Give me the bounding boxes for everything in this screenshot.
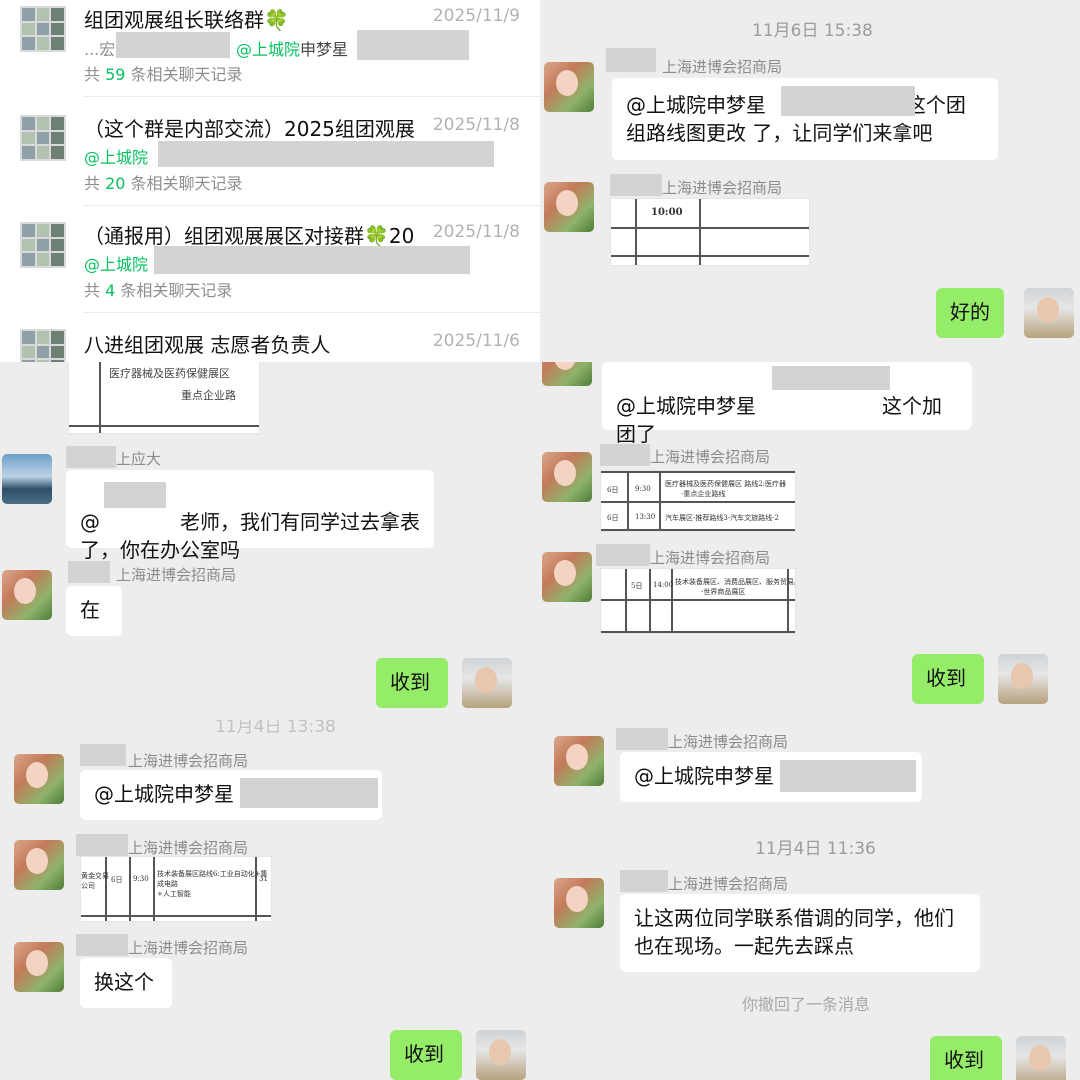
redacted-name bbox=[606, 48, 656, 72]
search-result-item[interactable]: （这个群是内部交流）2025组团观展 2025/11/8 @上城院 共 20 条… bbox=[0, 97, 540, 205]
chat-timestamp: 11月6日 15:38 bbox=[752, 21, 873, 41]
shared-image-thumbnail[interactable]: 6日 9:30 医疗器械及医药保健展区 路线2:医疗器 -重点企业路线 6日 1… bbox=[600, 470, 796, 532]
redacted-name bbox=[68, 561, 110, 583]
avatar[interactable] bbox=[542, 362, 592, 386]
redacted-block bbox=[240, 778, 378, 808]
avatar[interactable] bbox=[544, 62, 594, 112]
sender-name: 上海进博会招商局 bbox=[662, 179, 783, 197]
redacted-block bbox=[116, 32, 230, 58]
chat-panel-bottom-left: 11月4日 13:38 上海进博会招商局 @上城院申梦星 上海进博会招商局 黄金… bbox=[0, 720, 540, 1080]
sender-name: 上海进博会招商局 bbox=[128, 752, 249, 770]
my-avatar[interactable] bbox=[1024, 288, 1074, 338]
search-result-item[interactable]: 组团观展组长联络群🍀 2025/11/9 ...宏 @上城院申梦星 共 59 条… bbox=[0, 0, 540, 96]
chat-date: 2025/11/8 bbox=[432, 115, 520, 135]
chat-snippet: @上城院申梦星 bbox=[236, 36, 348, 60]
chat-date: 2025/11/6 bbox=[432, 331, 520, 351]
chat-timestamp: 11月4日 13:38 bbox=[215, 720, 336, 737]
message-bubble[interactable]: 让这两位同学联系借调的同学，他们 也在现场。一起先去踩点 bbox=[620, 894, 980, 972]
chat-timestamp: 11月4日 11:36 bbox=[755, 839, 876, 859]
avatar[interactable] bbox=[544, 182, 594, 232]
my-message-bubble[interactable]: 收到 bbox=[376, 658, 448, 708]
redacted-name bbox=[600, 444, 650, 466]
avatar[interactable] bbox=[14, 840, 64, 890]
search-results-panel: 组团观展组长联络群🍀 2025/11/9 ...宏 @上城院申梦星 共 59 条… bbox=[0, 0, 540, 362]
record-count: 共 59 条相关聊天记录 bbox=[84, 65, 243, 84]
shared-image-thumbnail[interactable]: 5日 14:00 技术装备展区、消费品展区、服务贸易展区 -世界商品展区 bbox=[600, 568, 796, 634]
chat-panel-bottom-right: 上海进博会招商局 @上城院申梦星 11月4日 11:36 上海进博会招商局 让这… bbox=[540, 720, 1080, 1080]
avatar[interactable] bbox=[542, 552, 592, 602]
my-avatar[interactable] bbox=[1016, 1036, 1066, 1080]
redacted-block bbox=[780, 760, 916, 792]
redacted-name bbox=[610, 174, 662, 196]
record-count: 共 20 条相关聊天记录 bbox=[84, 174, 243, 193]
recall-notice: 你撤回了一条消息 bbox=[742, 995, 871, 1014]
redacted-name bbox=[616, 728, 668, 750]
group-avatar-icon bbox=[20, 222, 66, 268]
message-bubble[interactable]: 换这个 bbox=[80, 958, 172, 1008]
chat-date: 2025/11/9 bbox=[432, 6, 520, 26]
search-result-item[interactable]: （通报用）组团观展展区对接群🍀20 2025/11/8 @上城院 共 4 条相关… bbox=[0, 206, 540, 312]
sender-name: 上海进博会招商局 bbox=[128, 839, 249, 857]
sender-name: 上海进博会招商局 bbox=[650, 448, 771, 466]
redacted-block bbox=[772, 366, 890, 390]
my-avatar[interactable] bbox=[476, 1030, 526, 1080]
redacted-name bbox=[620, 870, 668, 892]
mention-highlight: @上城院 bbox=[84, 255, 149, 274]
redacted-name bbox=[66, 446, 116, 468]
chat-title: （这个群是内部交流）2025组团观展 bbox=[84, 117, 415, 141]
redacted-name bbox=[80, 744, 126, 766]
sender-name: 上海进博会招商局 bbox=[668, 875, 789, 893]
redacted-block bbox=[154, 246, 470, 274]
my-message-bubble[interactable]: 收到 bbox=[912, 654, 984, 704]
redacted-block bbox=[357, 30, 469, 60]
redacted-name bbox=[596, 544, 650, 566]
chat-snippet: ...宏 bbox=[84, 36, 115, 60]
sender-name: 上海进博会招商局 bbox=[662, 58, 783, 76]
chat-title: 组团观展组长联络群🍀 bbox=[84, 8, 289, 32]
avatar[interactable] bbox=[14, 942, 64, 992]
my-message-bubble[interactable]: 收到 bbox=[390, 1030, 462, 1080]
redacted-block bbox=[158, 141, 494, 167]
my-avatar[interactable] bbox=[998, 654, 1048, 704]
message-bubble[interactable]: 在 bbox=[66, 586, 122, 636]
sender-name: 上应大 bbox=[116, 450, 162, 468]
group-avatar-icon bbox=[20, 329, 66, 362]
group-avatar-icon bbox=[20, 6, 66, 52]
redacted-name bbox=[76, 934, 128, 956]
sender-name: 上海进博会招商局 bbox=[116, 566, 237, 584]
chat-title: 八进组团观展 志愿者负责人 bbox=[84, 333, 331, 357]
group-avatar-icon bbox=[20, 115, 66, 161]
my-message-bubble[interactable]: 好的 bbox=[936, 288, 1004, 338]
sender-name: 上海进博会招商局 bbox=[668, 733, 789, 751]
shared-image-thumbnail[interactable]: 10:00 bbox=[610, 198, 810, 266]
avatar[interactable] bbox=[542, 452, 592, 502]
redacted-name bbox=[76, 834, 128, 856]
redacted-block bbox=[104, 482, 166, 508]
redacted-block bbox=[781, 86, 915, 116]
avatar[interactable] bbox=[2, 454, 52, 504]
chat-panel-middle-left: 医疗器械及医药保健展区 重点企业路 上应大 @ 老师，我们有同学过去拿表 了，你在… bbox=[0, 362, 540, 720]
mention-highlight: @上城院 bbox=[236, 40, 301, 59]
sender-name: 上海进博会招商局 bbox=[128, 939, 249, 957]
chat-title: （通报用）组团观展展区对接群🍀20 bbox=[84, 224, 415, 248]
record-count: 共 4 条相关聊天记录 bbox=[84, 281, 233, 300]
my-message-bubble[interactable]: 收到 bbox=[930, 1036, 1002, 1080]
snippet-after: 申梦星 bbox=[300, 40, 349, 59]
mention-highlight: @上城院 bbox=[84, 148, 149, 167]
chat-snippet: @上城院 bbox=[84, 251, 148, 275]
search-result-item[interactable]: 八进组团观展 志愿者负责人 2025/11/6 bbox=[0, 313, 540, 362]
my-avatar[interactable] bbox=[462, 658, 512, 708]
avatar[interactable] bbox=[14, 754, 64, 804]
chat-date: 2025/11/8 bbox=[432, 222, 520, 242]
chat-panel-top-right: 11月6日 15:38 上海进博会招商局 @上城院申梦星 这个团 组路线图更改 … bbox=[540, 0, 1080, 362]
chat-panel-middle-right: @上城院申梦星 这个加 团了 上海进博会招商局 6日 9:30 医疗器械及医药保健… bbox=[540, 362, 1080, 720]
shared-image-thumbnail[interactable]: 医疗器械及医药保健展区 重点企业路 bbox=[68, 362, 260, 434]
avatar[interactable] bbox=[554, 736, 604, 786]
snippet-prefix: ...宏 bbox=[84, 40, 116, 59]
avatar[interactable] bbox=[2, 570, 52, 620]
chat-snippet: @上城院 bbox=[84, 144, 148, 168]
sender-name: 上海进博会招商局 bbox=[650, 549, 771, 567]
avatar[interactable] bbox=[554, 878, 604, 928]
shared-image-thumbnail[interactable]: 黄金交易 公司 6日 9:30 技术装备展区路线6:工业自动化+集成电路 +人工… bbox=[80, 856, 272, 922]
